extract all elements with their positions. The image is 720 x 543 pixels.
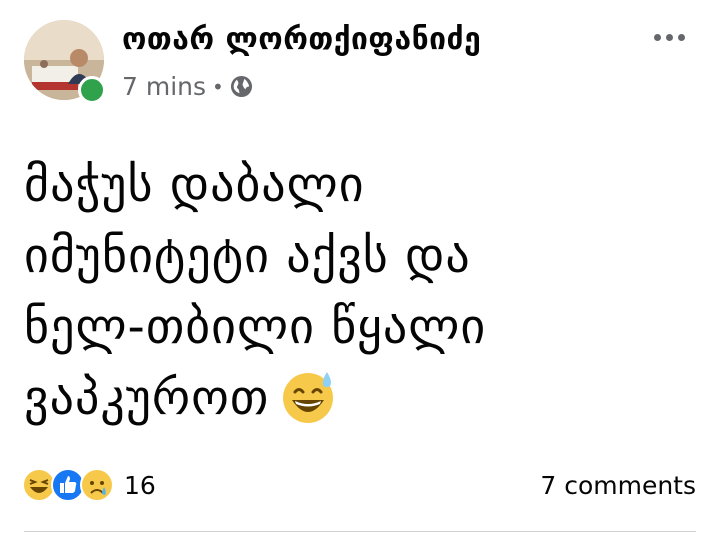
reaction-count: 16 <box>124 470 156 500</box>
post-timestamp[interactable]: 7 mins <box>122 72 206 101</box>
comments-count-link[interactable]: 7 comments <box>540 471 696 500</box>
grinning-face-with-sweat-icon <box>279 366 339 426</box>
more-options-icon <box>653 33 661 41</box>
meta-separator: • <box>212 74 224 99</box>
reactions-summary[interactable]: 16 <box>22 468 156 502</box>
divider <box>24 531 696 532</box>
more-options-dot <box>665 33 673 41</box>
online-status-indicator <box>78 76 106 104</box>
sad-face-icon <box>80 468 114 502</box>
more-options-dot <box>677 33 685 41</box>
post-body: მაჭუს დაბალი იმუნიტეტი აქვს და ნელ-თბილი… <box>24 150 704 434</box>
author-name[interactable]: ოთარ ლორთქიფანიძე <box>122 22 481 57</box>
globe-icon[interactable] <box>230 75 253 98</box>
post-meta: 7 mins • <box>122 72 253 101</box>
more-options-button[interactable] <box>644 22 694 52</box>
author-avatar-container[interactable] <box>0 0 120 110</box>
post-text: მაჭუს დაბალი იმუნიტეტი აქვს და ნელ-თბილი… <box>24 157 487 426</box>
